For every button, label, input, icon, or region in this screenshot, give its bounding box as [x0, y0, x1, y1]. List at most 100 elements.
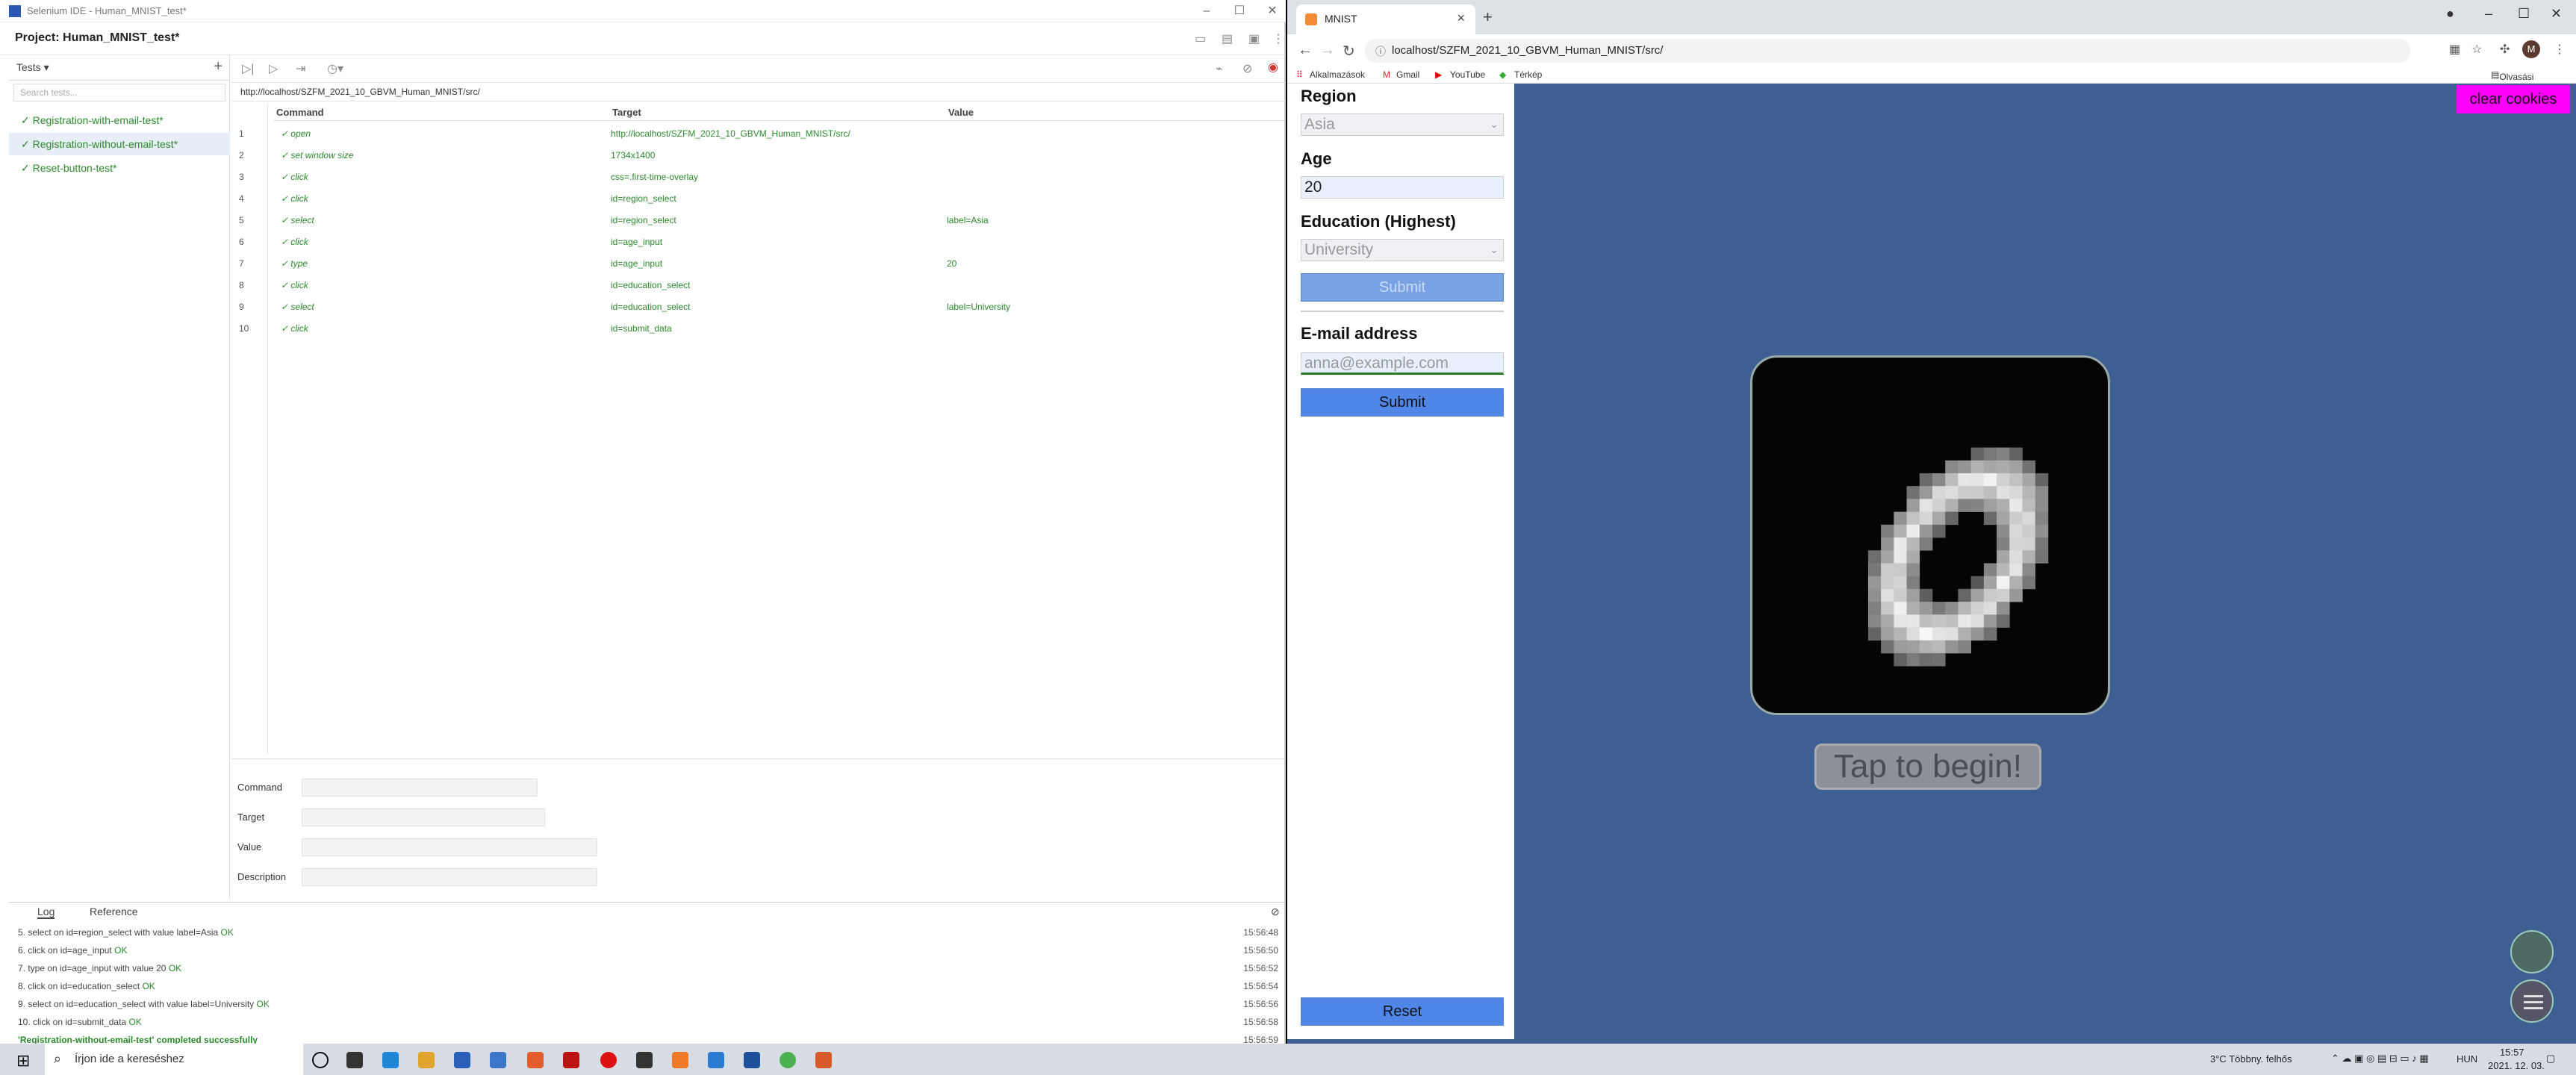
test-item[interactable]: ✓ Registration-with-email-test* [9, 109, 230, 131]
weather-text[interactable]: 3°C Többny. felhős [2210, 1053, 2292, 1065]
disable-breakpoints-icon[interactable]: ⌁ [1216, 61, 1223, 76]
opera-icon[interactable] [600, 1052, 617, 1068]
store-icon[interactable] [454, 1052, 470, 1068]
submit-data-button[interactable]: Submit [1301, 273, 1504, 302]
forward-icon[interactable]: → [1320, 42, 1335, 59]
command-row[interactable]: 7 ✓ type id=age_input 20 [231, 252, 1286, 274]
more-menu-icon[interactable]: ⋮ [1272, 31, 1284, 46]
pause-exceptions-icon[interactable]: ⊘ [1242, 61, 1252, 76]
chrome-taskbar-icon[interactable] [780, 1052, 796, 1068]
tab-reference[interactable]: Reference [90, 906, 138, 917]
age-input[interactable]: 20 [1301, 176, 1504, 199]
speed-icon[interactable]: ◷▾ [327, 61, 343, 76]
command-row[interactable]: 6 ✓ click id=age_input [231, 231, 1286, 252]
command-row[interactable]: 9 ✓ select id=education_select label=Univer… [231, 296, 1286, 317]
command-row[interactable]: 2 ✓ set window size 1734x1400 [231, 144, 1286, 166]
bookmark-youtube[interactable]: YouTube [1450, 69, 1485, 80]
bookmark-apps[interactable]: Alkalmazások [1310, 69, 1365, 80]
terminal-icon[interactable] [636, 1052, 653, 1068]
file-explorer-icon[interactable] [418, 1052, 435, 1068]
command-row[interactable]: 3 ✓ click css=.first-time-overlay [231, 166, 1286, 187]
record-icon[interactable]: ◉ [1268, 60, 1278, 75]
digit-pixel [1970, 576, 1985, 590]
log-panel: Log Reference ⊘ 5. select on id=region_s… [9, 902, 1286, 1045]
browser-tab[interactable]: MNIST × [1296, 4, 1475, 34]
command-row[interactable]: 10 ✓ click id=submit_data [231, 317, 1286, 339]
address-bar[interactable]: ⓘ localhost/SZFM_2021_10_GBVM_Human_MNIS… [1365, 39, 2410, 63]
value-field[interactable] [302, 838, 597, 856]
run-test-icon[interactable]: ▷ [269, 61, 278, 76]
app-icon[interactable] [672, 1052, 688, 1068]
chrome-menu-icon[interactable]: ⋮ [2554, 42, 2566, 57]
mail-icon[interactable] [490, 1052, 506, 1068]
tests-dropdown[interactable]: Tests ▾ [16, 61, 49, 74]
tab-log[interactable]: Log [37, 906, 55, 919]
close-icon[interactable]: ✕ [1257, 2, 1287, 20]
clock-time[interactable]: 15:57 [2500, 1047, 2524, 1058]
bookmark-gmail[interactable]: Gmail [1396, 69, 1419, 80]
clear-cookies-button[interactable]: clear cookies [2457, 85, 2570, 113]
reset-button[interactable]: Reset [1301, 997, 1504, 1026]
back-icon[interactable]: ← [1298, 42, 1313, 59]
translate-icon[interactable]: ▦ [2449, 42, 2460, 57]
cortana-icon[interactable] [312, 1052, 329, 1068]
tray-icons[interactable]: ⌃ ☁ ▣ ◎ ▤ ⊟ ▭ ♪ ▦ [2331, 1053, 2429, 1065]
mnist-digit-canvas[interactable] [1750, 355, 2110, 715]
step-icon[interactable]: ⇥ [296, 61, 305, 76]
description-label: Description [237, 871, 287, 882]
bookmark-star-icon[interactable]: ☆ [2471, 42, 2482, 57]
start-icon[interactable]: ⊞ [16, 1051, 30, 1071]
minimize-icon[interactable]: – [1192, 2, 1222, 20]
vscode-icon[interactable] [708, 1052, 724, 1068]
test-item-selected[interactable]: ✓ Registration-without-email-test* [9, 133, 230, 155]
reading-list[interactable]: ▤ Olvasási lista [2491, 69, 2533, 93]
base-url-field[interactable]: http://localhost/SZFM_2021_10_GBVM_Human… [231, 82, 1286, 102]
new-tab-icon[interactable]: + [1483, 7, 1493, 27]
reload-icon[interactable]: ↻ [1343, 42, 1355, 60]
email-input[interactable]: anna@example.com [1301, 352, 1504, 375]
add-test-icon[interactable]: + [214, 58, 223, 75]
digit-pixel [1983, 614, 1997, 628]
apps-icon[interactable]: ⠿ [1296, 69, 1303, 80]
region-select[interactable]: Asia ⌄ [1301, 113, 1504, 136]
selenium-taskbar-icon[interactable] [744, 1052, 760, 1068]
xampp-icon[interactable] [815, 1052, 832, 1068]
app-icon[interactable] [563, 1052, 579, 1068]
clear-log-icon[interactable]: ⊘ [1271, 906, 1280, 918]
open-project-icon[interactable]: ▤ [1222, 31, 1233, 46]
description-field[interactable] [302, 868, 597, 886]
maximize-icon[interactable]: ☐ [1225, 2, 1254, 20]
close-icon[interactable]: ✕ [2551, 6, 2562, 22]
run-all-icon[interactable]: ▷| [242, 61, 254, 76]
command-row[interactable]: 5 ✓ select id=region_select label=Asia [231, 209, 1286, 231]
save-project-icon[interactable]: ▣ [1248, 31, 1260, 46]
taskbar-search-input[interactable]: ⌕ Írjon ide a kereséshez [45, 1044, 303, 1075]
close-tab-icon[interactable]: × [1457, 10, 1465, 26]
edge-icon[interactable] [382, 1052, 399, 1068]
bookmark-maps[interactable]: Térkép [1514, 69, 1542, 80]
info-icon[interactable]: ⓘ [1375, 44, 1386, 59]
maximize-icon[interactable]: ☐ [2518, 6, 2530, 22]
minimize-icon[interactable]: – [2485, 6, 2492, 22]
profile-avatar[interactable]: M [2522, 40, 2540, 58]
command-row[interactable]: 1 ✓ open http://localhost/SZFM_2021_10_GBV… [231, 122, 1286, 144]
app-icon[interactable] [527, 1052, 544, 1068]
command-row[interactable]: 4 ✓ click id=region_select [231, 187, 1286, 209]
clock-date[interactable]: 2021. 12. 03. [2488, 1060, 2545, 1071]
search-tests-input[interactable]: Search tests... [13, 84, 225, 102]
chart-fab-icon[interactable] [2510, 930, 2554, 973]
task-view-icon[interactable] [346, 1052, 363, 1068]
language-indicator[interactable]: HUN [2457, 1053, 2477, 1065]
extensions-icon[interactable]: ✣ [2500, 42, 2510, 57]
tap-to-begin-button[interactable]: Tap to begin! [1814, 744, 2041, 790]
education-select[interactable]: University ⌄ [1301, 239, 1504, 261]
command-row[interactable]: 8 ✓ click id=education_select [231, 274, 1286, 296]
target-field[interactable] [302, 808, 545, 826]
submit-email-button[interactable]: Submit [1301, 388, 1504, 417]
tab-search-icon[interactable]: ● [2446, 6, 2454, 22]
menu-fab-icon[interactable] [2510, 979, 2554, 1023]
command-field[interactable] [302, 779, 538, 797]
notification-icon[interactable]: ▢ [2546, 1053, 2555, 1065]
new-project-icon[interactable]: ▭ [1195, 31, 1206, 46]
test-item[interactable]: ✓ Reset-button-test* [9, 157, 230, 179]
